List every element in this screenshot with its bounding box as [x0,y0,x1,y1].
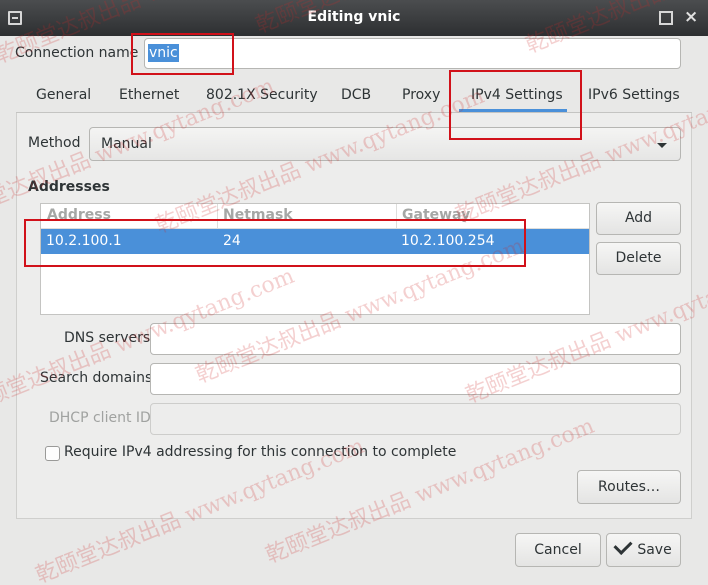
addresses-heading: Addresses [28,179,110,195]
dns-servers-label: DNS servers [64,330,151,346]
save-button[interactable]: Save [606,533,681,567]
tab-ipv4-settings[interactable]: IPv4 Settings [471,87,563,103]
tab-dcb[interactable]: DCB [341,87,371,103]
addresses-table: Address Netmask Gateway 10.2.100.1 24 10… [40,203,590,315]
delete-button[interactable]: Delete [596,242,681,275]
selected-tab-indicator [459,109,567,112]
column-header-netmask[interactable]: Netmask [223,207,293,223]
tab-8021x-security[interactable]: 802.1X Security [206,87,318,103]
close-icon[interactable]: × [684,9,698,26]
title-bar: Editing vnic × [0,0,708,36]
connection-name-value: vnic [148,44,179,62]
dhcp-client-id-input [150,403,681,435]
column-header-address[interactable]: Address [47,207,111,223]
tab-ethernet[interactable]: Ethernet [119,87,179,103]
method-value: Manual [101,136,152,152]
connection-name-input[interactable]: vnic [144,38,681,69]
column-divider [396,204,397,228]
column-header-gateway[interactable]: Gateway [402,207,470,223]
require-ipv4-label[interactable]: Require IPv4 addressing for this connect… [64,444,456,460]
add-button[interactable]: Add [596,202,681,235]
cell-gateway[interactable]: 10.2.100.254 [401,233,495,249]
table-header: Address Netmask Gateway [41,204,589,229]
search-domains-label: Search domains [40,370,153,386]
method-dropdown[interactable]: Manual [89,127,681,161]
connection-name-label: Connection name [15,45,139,61]
column-divider [217,204,218,228]
tab-general[interactable]: General [36,87,91,103]
chevron-down-icon [657,143,667,148]
dhcp-client-id-label: DHCP client ID [49,410,151,426]
dns-servers-input[interactable] [150,323,681,355]
maximize-icon[interactable] [659,11,673,25]
table-row[interactable]: 10.2.100.1 24 10.2.100.254 [41,229,589,254]
cancel-button[interactable]: Cancel [515,533,601,567]
cell-netmask[interactable]: 24 [223,233,241,249]
search-domains-input[interactable] [150,363,681,395]
tab-ipv6-settings[interactable]: IPv6 Settings [588,87,680,103]
cell-address[interactable]: 10.2.100.1 [46,233,122,249]
window-title: Editing vnic [307,9,401,25]
checkmark-icon [613,535,633,556]
method-label: Method [28,135,81,151]
tab-proxy[interactable]: Proxy [402,87,440,103]
routes-button[interactable]: Routes… [577,470,681,504]
save-button-label: Save [637,542,672,558]
require-ipv4-checkbox[interactable] [45,446,60,461]
